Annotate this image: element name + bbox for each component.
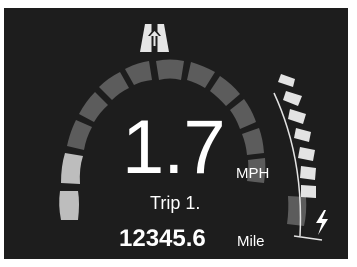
trip-label: Trip 1. [150, 193, 201, 213]
speed-unit-label: MPH [236, 165, 270, 182]
speed-segment-13 [287, 196, 307, 226]
power-end-tick [293, 235, 323, 241]
lightning-bolt-icon [316, 210, 328, 235]
speed-segment-4 [79, 92, 108, 122]
power-segment-4 [294, 128, 311, 142]
power-segment-1 [278, 74, 295, 87]
power-segment-6 [300, 166, 316, 180]
instrument-cluster-screen: 1.7 MPH Trip 1. 12345.6 Mile [4, 8, 348, 259]
speed-segment-11 [242, 128, 264, 155]
speed-readout: 1.7 [122, 105, 226, 190]
speed-segment-9 [210, 76, 240, 106]
power-segment-2 [283, 91, 302, 106]
speed-segment-5 [99, 72, 129, 100]
speed-segment-3 [67, 120, 92, 150]
trip-unit-label: Mile [237, 233, 265, 250]
speed-segment-1 [59, 191, 79, 220]
trip-odometer-value: 12345.6 [119, 225, 206, 252]
speed-segment-6 [125, 61, 152, 85]
power-segment-7 [301, 185, 316, 198]
speed-segment-10 [230, 99, 256, 129]
lane-assist-arrow-icon [140, 24, 169, 52]
speed-segment-7 [156, 59, 184, 80]
speed-segment-2 [61, 153, 83, 184]
speed-segment-8 [187, 62, 215, 88]
power-segment-5 [298, 147, 315, 161]
power-segment-3 [288, 109, 306, 124]
